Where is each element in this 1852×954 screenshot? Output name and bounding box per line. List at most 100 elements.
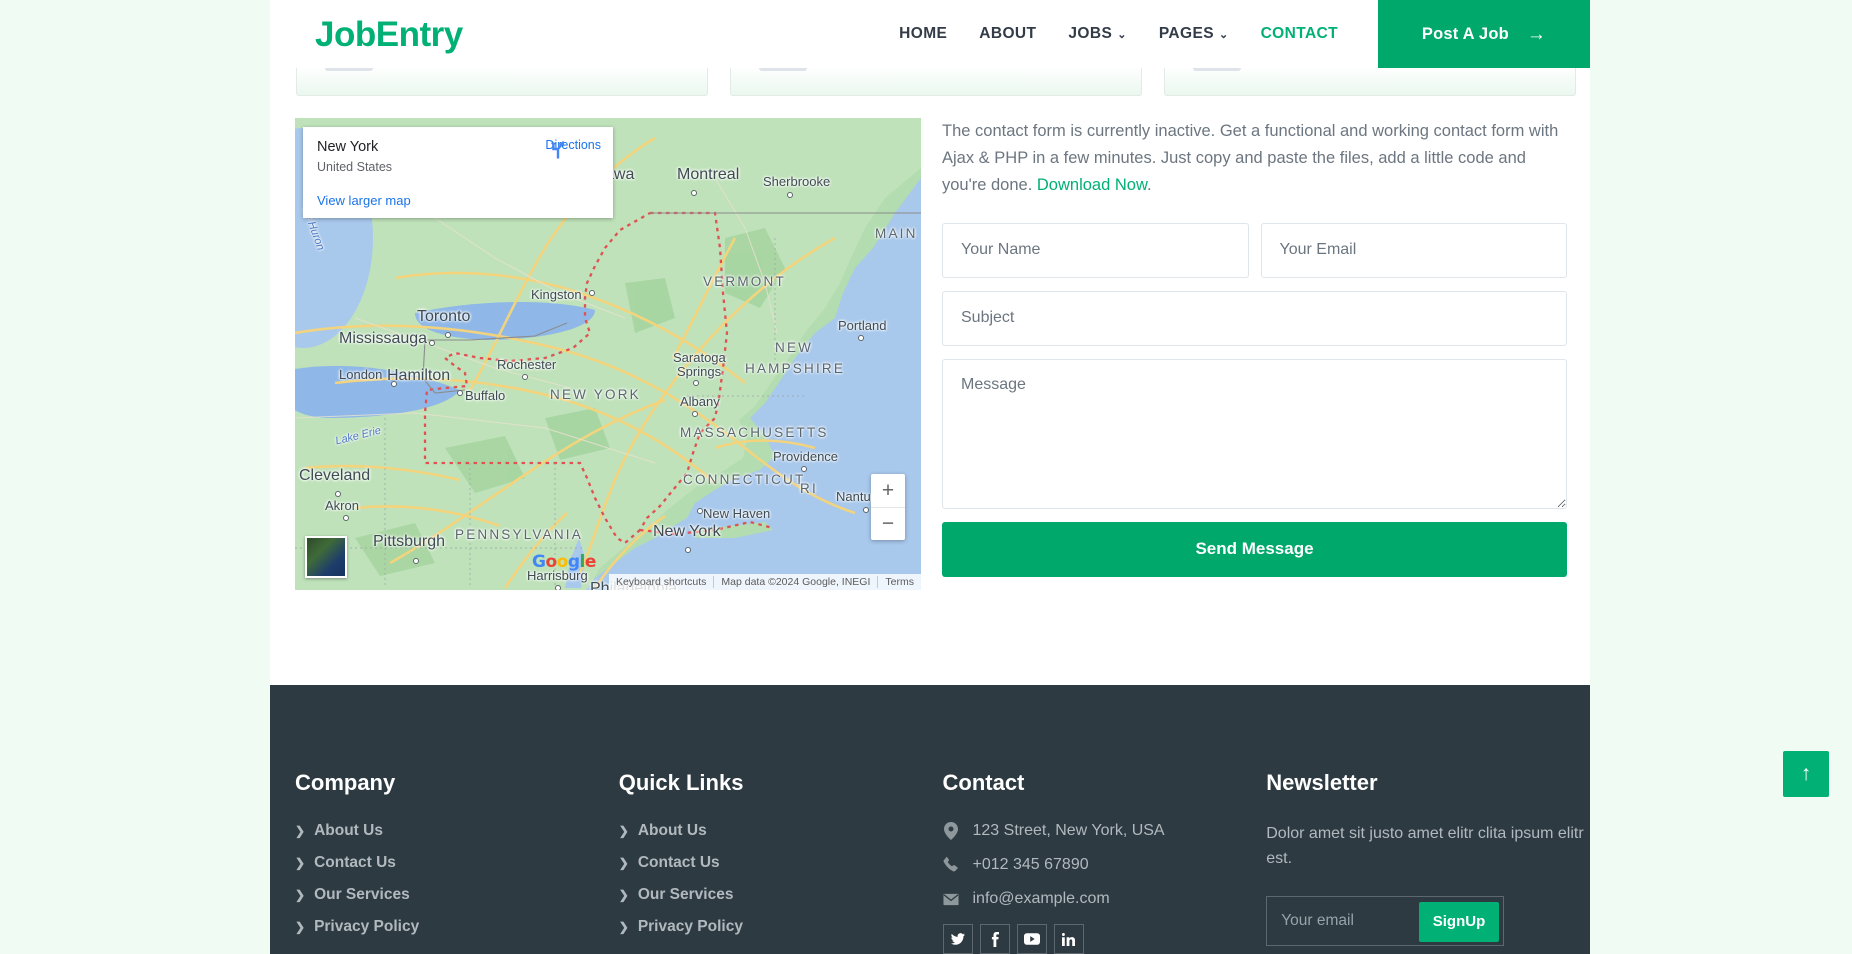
footer-quick-links-list: ❯ About Us ❯ Contact Us ❯ Our Services ❯ Privac… bbox=[619, 822, 943, 936]
map-city-dot bbox=[429, 340, 435, 346]
map-city-dot bbox=[685, 547, 691, 553]
footer-newsletter-text: Dolor amet sit justo amet elitr clita ip… bbox=[1266, 825, 1584, 867]
chevron-down-icon: ⌄ bbox=[1218, 28, 1229, 41]
footer-company-links: ❯ About Us ❯ Contact Us ❯ Our Services ❯ Privac… bbox=[295, 822, 619, 936]
your-email-input[interactable] bbox=[1260, 222, 1567, 278]
subject-input[interactable] bbox=[942, 290, 1567, 346]
chevron-right-icon: ❯ bbox=[618, 856, 629, 870]
map-city-dot bbox=[445, 332, 451, 338]
nav-item-label: HOME bbox=[899, 25, 948, 42]
chevron-right-icon: ❯ bbox=[295, 824, 306, 838]
partial-card[interactable] bbox=[730, 65, 1142, 96]
nav-item-label: PAGES bbox=[1158, 25, 1214, 42]
map-city-dot bbox=[457, 390, 463, 396]
footer-link[interactable]: ❯ About Us bbox=[295, 822, 619, 840]
facebook-icon[interactable] bbox=[979, 924, 1010, 954]
footer-column-contact: Contact 123 Street, New York, USA +012 3… bbox=[942, 770, 1267, 954]
nav-item-label: CONTACT bbox=[1260, 25, 1338, 42]
map-city-dot bbox=[697, 508, 703, 514]
location-pin-icon bbox=[943, 822, 958, 840]
envelope-icon bbox=[942, 893, 959, 905]
footer-social-links bbox=[942, 924, 1267, 954]
footer-link-label: About Us bbox=[637, 822, 707, 839]
map-city-dot bbox=[787, 192, 793, 198]
newsletter-signup-box: SignUp bbox=[1266, 895, 1505, 946]
map-city-dot bbox=[335, 491, 341, 497]
nav-item-jobs[interactable]: JOBS ⌄ bbox=[1052, 25, 1142, 43]
post-a-job-button[interactable]: Post A Job → bbox=[1378, 0, 1590, 68]
download-now-link[interactable]: Download Now bbox=[1037, 176, 1147, 194]
partial-card[interactable] bbox=[296, 65, 708, 96]
message-textarea[interactable] bbox=[942, 358, 1567, 509]
map-zoom-out-button[interactable]: − bbox=[871, 507, 905, 540]
map-city-dot bbox=[343, 515, 349, 521]
map-city-dot bbox=[692, 411, 698, 417]
chevron-right-icon: ❯ bbox=[618, 824, 629, 838]
map-city-dot bbox=[858, 335, 864, 341]
footer-link-label: Contact Us bbox=[637, 854, 720, 871]
subject-row bbox=[942, 290, 1567, 346]
footer-company-title: Company bbox=[295, 770, 396, 795]
your-name-input[interactable] bbox=[942, 222, 1249, 278]
footer-link[interactable]: ❯ Our Services bbox=[295, 886, 619, 904]
nav-item-contact[interactable]: CONTACT bbox=[1245, 25, 1354, 43]
site-header: JobEntry HOME ABOUT JOBS ⌄ PAGES ⌄ CONTACT Pos… bbox=[270, 0, 1590, 68]
map-city-dot bbox=[801, 466, 807, 472]
map-zoom-in-button[interactable]: + bbox=[871, 474, 905, 507]
footer-link[interactable]: ❯ Our Services bbox=[619, 886, 943, 904]
footer-address-row: 123 Street, New York, USA bbox=[943, 822, 1267, 840]
footer-quick-links-title: Quick Links bbox=[618, 770, 744, 795]
linkedin-icon[interactable] bbox=[1053, 924, 1084, 954]
brand-logo[interactable]: JobEntry bbox=[315, 17, 463, 52]
back-to-top-button[interactable]: ↑ bbox=[1783, 751, 1829, 797]
footer-email-text: info@example.com bbox=[972, 890, 1110, 907]
directions-icon bbox=[551, 140, 565, 159]
chevron-right-icon: ❯ bbox=[618, 888, 629, 902]
footer-contact-title: Contact bbox=[942, 770, 1025, 795]
footer-link-label: Our Services bbox=[314, 886, 410, 903]
youtube-icon[interactable] bbox=[1016, 924, 1047, 954]
contact-intro-body: The contact form is currently inactive. … bbox=[942, 122, 1559, 194]
footer-link-label: Privacy Policy bbox=[637, 918, 743, 935]
footer-link[interactable]: ❯ Privacy Policy bbox=[619, 918, 943, 936]
card-row-partial bbox=[270, 65, 1590, 96]
site-footer: Company ❯ About Us ❯ Contact Us ❯ Our Service… bbox=[270, 685, 1590, 954]
nav-item-about[interactable]: ABOUT bbox=[963, 25, 1052, 43]
footer-link-label: Privacy Policy bbox=[314, 918, 420, 935]
footer-phone-text: +012 345 67890 bbox=[972, 856, 1089, 873]
post-a-job-label: Post A Job bbox=[1421, 24, 1509, 43]
partial-card[interactable] bbox=[1164, 65, 1576, 96]
nav-item-pages[interactable]: PAGES ⌄ bbox=[1143, 25, 1245, 43]
map-data-text: Map data ©2024 Google, INEGI bbox=[713, 576, 877, 588]
map-info-card: New York United States View larger map D… bbox=[303, 127, 613, 218]
footer-link-label: Contact Us bbox=[314, 854, 396, 871]
footer-link[interactable]: ❯ About Us bbox=[619, 822, 943, 840]
map-city-dot bbox=[413, 558, 419, 564]
nav-item-home[interactable]: HOME bbox=[883, 25, 963, 43]
map-city-dot bbox=[863, 507, 869, 513]
footer-email-row: info@example.com bbox=[942, 890, 1267, 908]
view-larger-map-link[interactable]: View larger map bbox=[317, 193, 411, 208]
newsletter-signup-button[interactable]: SignUp bbox=[1418, 901, 1500, 942]
map-terms-link[interactable]: Terms bbox=[877, 576, 921, 588]
footer-link[interactable]: ❯ Privacy Policy bbox=[295, 918, 619, 936]
arrow-up-icon: ↑ bbox=[1800, 762, 1812, 785]
page-root: JobEntry HOME ABOUT JOBS ⌄ PAGES ⌄ CONTACT Pos… bbox=[0, 0, 1852, 954]
keyboard-shortcuts-link[interactable]: Keyboard shortcuts bbox=[609, 576, 713, 588]
main-navigation: HOME ABOUT JOBS ⌄ PAGES ⌄ CONTACT bbox=[883, 0, 1354, 68]
nav-item-label: JOBS bbox=[1068, 25, 1113, 42]
map-city-dot bbox=[589, 290, 595, 296]
twitter-icon[interactable] bbox=[942, 924, 973, 954]
google-map[interactable]: Montreal Sherbrooke awa Kingston Toronto Miss… bbox=[295, 118, 921, 590]
google-logo: Google bbox=[532, 552, 596, 572]
contact-intro-text: The contact form is currently inactive. … bbox=[942, 118, 1567, 199]
footer-link[interactable]: ❯ Contact Us bbox=[295, 854, 619, 872]
directions-button[interactable]: Directions bbox=[545, 138, 601, 159]
chevron-down-icon: ⌄ bbox=[1117, 28, 1127, 41]
footer-link[interactable]: ❯ Contact Us bbox=[619, 854, 943, 872]
map-satellite-thumbnail[interactable] bbox=[305, 536, 347, 578]
send-message-button[interactable]: Send Message bbox=[942, 521, 1567, 577]
footer-newsletter-title: Newsletter bbox=[1266, 770, 1378, 795]
footer-column-newsletter: Newsletter Dolor amet sit justo amet eli… bbox=[1266, 770, 1590, 954]
footer-address-text: 123 Street, New York, USA bbox=[972, 822, 1165, 839]
